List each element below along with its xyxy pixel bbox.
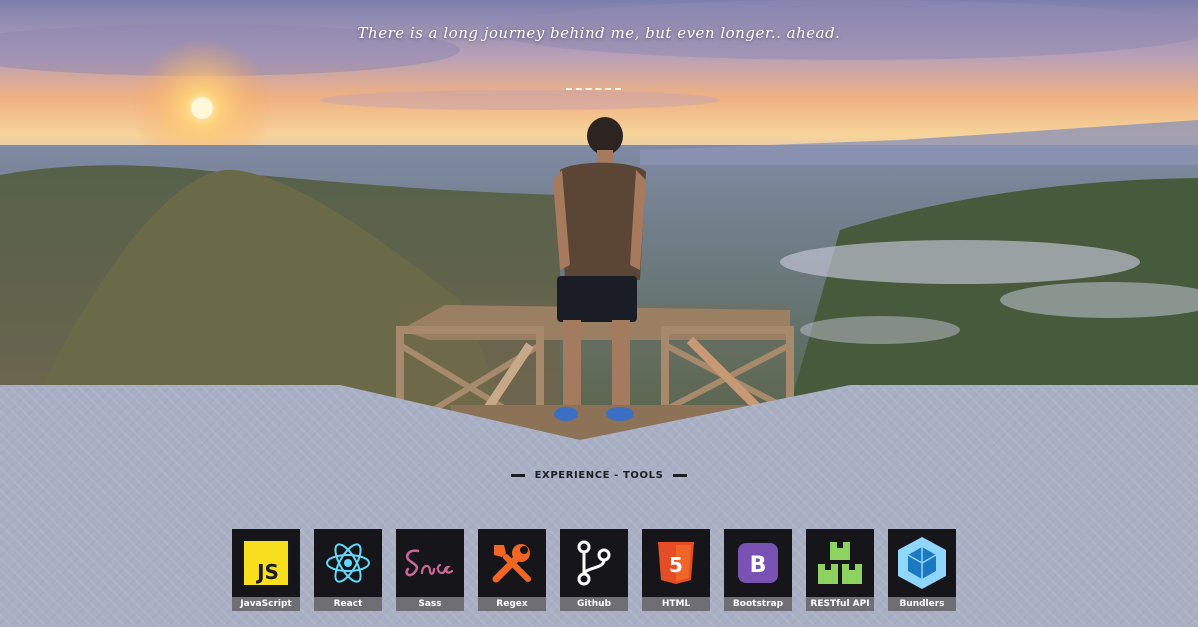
tool-sass[interactable]: Sass: [396, 529, 464, 611]
heading-line-left: [510, 474, 525, 477]
tool-label: Bundlers: [888, 597, 956, 611]
tool-label: RESTful API: [806, 597, 874, 611]
hero-landscape-image: [0, 0, 1198, 440]
tool-label: HTML: [642, 597, 710, 611]
svg-text:JS: JS: [255, 560, 279, 584]
hero-banner: There is a long journey behind me, but e…: [0, 0, 1198, 440]
tool-label: Regex: [478, 597, 546, 611]
quote-divider: [566, 88, 621, 90]
tools-grid: JS JavaScript React Sass Regex Github 5 …: [232, 529, 956, 611]
section-heading: EXPERIENCE - TOOLS: [0, 470, 1198, 481]
tool-github[interactable]: Github: [560, 529, 628, 611]
tool-react[interactable]: React: [314, 529, 382, 611]
tool-bootstrap[interactable]: B Bootstrap: [724, 529, 792, 611]
svg-text:B: B: [750, 553, 767, 578]
tool-html[interactable]: 5 HTML: [642, 529, 710, 611]
heading-line-right: [673, 474, 688, 477]
react-icon: [326, 543, 370, 583]
sass-icon: [405, 549, 454, 577]
hero-quote: There is a long journey behind me, but e…: [357, 24, 841, 42]
tool-label: JavaScript: [232, 597, 300, 611]
tool-bundlers[interactable]: Bundlers: [888, 529, 956, 611]
api-boxes-icon: [818, 542, 862, 584]
tool-label: Github: [560, 597, 628, 611]
javascript-icon: JS: [244, 541, 288, 585]
tool-label: Sass: [396, 597, 464, 611]
bootstrap-icon: B: [738, 543, 778, 583]
tool-regex[interactable]: Regex: [478, 529, 546, 611]
tool-restful-api[interactable]: RESTful API: [806, 529, 874, 611]
regex-tools-icon: [492, 544, 531, 583]
svg-text:5: 5: [669, 553, 683, 577]
tool-label: React: [314, 597, 382, 611]
html5-icon: 5: [658, 542, 694, 584]
tool-javascript[interactable]: JS JavaScript: [232, 529, 300, 611]
webpack-icon: [898, 537, 946, 589]
section-title: EXPERIENCE - TOOLS: [534, 470, 664, 481]
tool-label: Bootstrap: [724, 597, 792, 611]
git-branch-icon: [577, 540, 611, 586]
